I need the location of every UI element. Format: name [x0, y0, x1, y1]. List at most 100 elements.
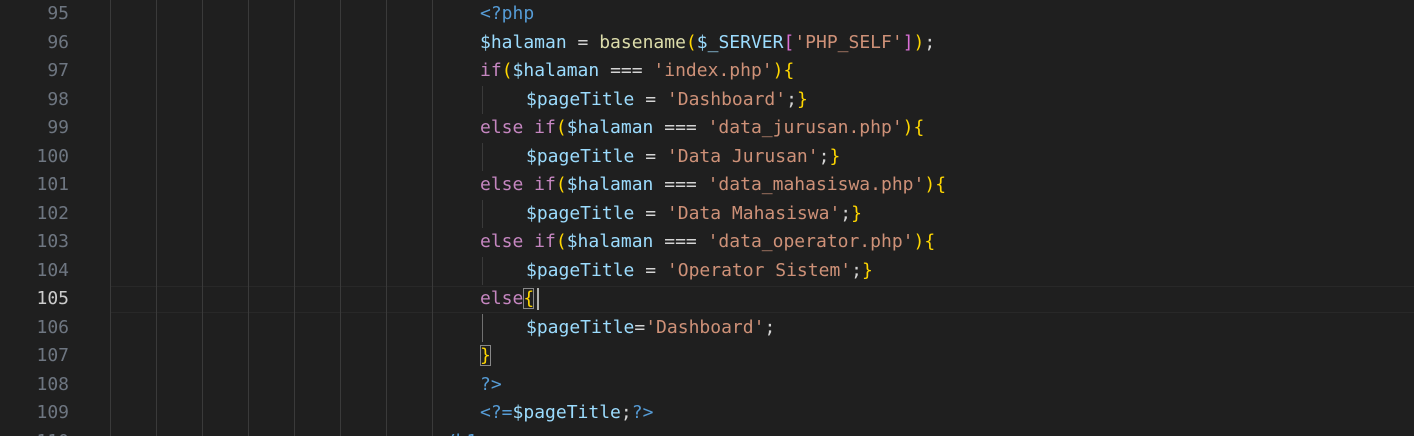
code-token: { — [924, 231, 936, 252]
indent-guide — [156, 0, 157, 436]
indent-guide — [386, 0, 387, 436]
code-token: 'data_jurusan.php' — [707, 117, 903, 138]
line-number[interactable]: 101 — [0, 171, 69, 200]
code-token: } — [796, 88, 808, 110]
line-number[interactable]: 105 — [0, 285, 69, 314]
code-token: ) — [913, 231, 925, 252]
code-line[interactable]: $pageTitle = 'Data Jurusan';} — [526, 143, 840, 172]
line-number-gutter[interactable]: 95 96 97 98 99 100 101 102 103 104 105 106 107 108 109… — [0, 0, 90, 436]
code-token: $_SERVER — [696, 31, 784, 53]
code-token: else — [480, 288, 524, 309]
code-token: = — [634, 202, 667, 224]
code-token: = — [634, 316, 646, 338]
code-line[interactable]: $halaman = basename($_SERVER['PHP_SELF']… — [480, 29, 935, 58]
code-token: { — [913, 117, 925, 138]
line-number[interactable]: 98 — [0, 86, 69, 115]
indent-guide — [340, 0, 341, 436]
code-line[interactable]: </h1> — [434, 428, 488, 436]
code-token: ; — [840, 202, 852, 224]
code-line[interactable]: else if($halaman === 'data_operator.php'… — [480, 228, 935, 257]
code-token: = — [634, 145, 667, 167]
indent-guide — [482, 256, 483, 285]
text-cursor — [537, 288, 540, 310]
code-line[interactable]: } — [480, 342, 491, 371]
code-token: === — [599, 60, 654, 81]
line-number[interactable]: 108 — [0, 371, 69, 400]
code-token: 'index.php' — [653, 60, 773, 81]
code-line[interactable]: else if($halaman === 'data_mahasiswa.php… — [480, 171, 946, 200]
code-token: === — [653, 174, 708, 195]
code-token: } — [829, 145, 841, 167]
indent-guide — [294, 0, 295, 436]
indent-guide — [482, 142, 483, 171]
code-token: 'Dashboard' — [666, 88, 787, 110]
code-token: $halaman — [512, 60, 600, 81]
code-token: else if — [480, 117, 556, 138]
code-token: ) — [772, 60, 784, 81]
line-number[interactable]: 104 — [0, 257, 69, 286]
line-number[interactable]: 103 — [0, 228, 69, 257]
code-token: [ — [783, 31, 795, 53]
indent-guide — [482, 313, 483, 342]
code-line[interactable]: $pageTitle = 'Operator Sistem';} — [526, 257, 873, 286]
code-line[interactable]: $pageTitle = 'Dashboard';} — [526, 86, 808, 115]
code-line[interactable]: if($halaman === 'index.php'){ — [480, 57, 794, 86]
code-token: ) — [913, 31, 925, 53]
code-token: ; — [764, 316, 776, 338]
line-number[interactable]: 102 — [0, 200, 69, 229]
code-token: 'Dashboard' — [645, 316, 765, 338]
code-area[interactable]: <?php $halaman = basename($_SERVER['PHP_S… — [110, 0, 1410, 436]
code-token: </h1> — [434, 431, 488, 436]
line-number[interactable]: 107 — [0, 342, 69, 371]
code-token: $halaman — [566, 174, 654, 195]
code-line[interactable]: $pageTitle = 'Data Mahasiswa';} — [526, 200, 862, 229]
code-token: } — [861, 259, 873, 281]
line-number[interactable]: 97 — [0, 57, 69, 86]
indent-guide — [482, 85, 483, 114]
line-number[interactable]: 100 — [0, 143, 69, 172]
code-token: $pageTitle — [526, 88, 635, 110]
code-token: ?> — [631, 402, 654, 423]
code-token: 'Data Jurusan' — [666, 145, 819, 167]
code-token: $halaman — [566, 231, 654, 252]
code-line[interactable]: $pageTitle='Dashboard'; — [526, 314, 775, 343]
indent-guide — [248, 0, 249, 436]
code-token: 'Operator Sistem' — [666, 259, 852, 281]
indent-guide — [110, 0, 111, 436]
code-token: ; — [620, 402, 632, 423]
code-token: $pageTitle — [526, 259, 635, 281]
code-token: ; — [818, 145, 830, 167]
code-token: $pageTitle — [526, 202, 635, 224]
code-token: else if — [480, 231, 556, 252]
code-token: ?> — [480, 373, 502, 395]
line-number[interactable]: 96 — [0, 29, 69, 58]
indent-guide — [482, 199, 483, 228]
code-token: ) — [924, 174, 936, 195]
code-token: ; — [851, 259, 862, 281]
code-token: 'PHP_SELF' — [794, 31, 903, 53]
indent-guide — [432, 0, 433, 436]
code-token: 'data_operator.php' — [707, 231, 914, 252]
line-number[interactable]: 95 — [0, 0, 69, 29]
code-token: ( — [555, 231, 567, 252]
line-number[interactable]: 106 — [0, 314, 69, 343]
code-editor[interactable]: 95 96 97 98 99 100 101 102 103 104 105 106 107 108 109… — [0, 0, 1414, 436]
code-token: ( — [501, 60, 513, 81]
code-token: 'Data Mahasiswa' — [666, 202, 841, 224]
line-number[interactable]: 99 — [0, 114, 69, 143]
code-token: $pageTitle — [526, 145, 635, 167]
code-line[interactable]: <?=$pageTitle;?> — [480, 399, 653, 428]
code-token: if — [480, 60, 502, 81]
code-token: $halaman — [480, 31, 567, 53]
code-token: ) — [902, 117, 914, 138]
code-token: === — [653, 117, 708, 138]
code-token: { — [935, 174, 947, 195]
code-line[interactable]: else if($halaman === 'data_jurusan.php')… — [480, 114, 924, 143]
code-token: ; — [786, 88, 797, 110]
code-line[interactable]: ?> — [480, 371, 502, 400]
code-line[interactable]: else{ — [480, 285, 535, 314]
code-token: <?= — [480, 402, 513, 423]
line-number[interactable]: 110 — [0, 428, 69, 436]
code-line[interactable]: <?php — [480, 0, 534, 29]
line-number[interactable]: 109 — [0, 399, 69, 428]
